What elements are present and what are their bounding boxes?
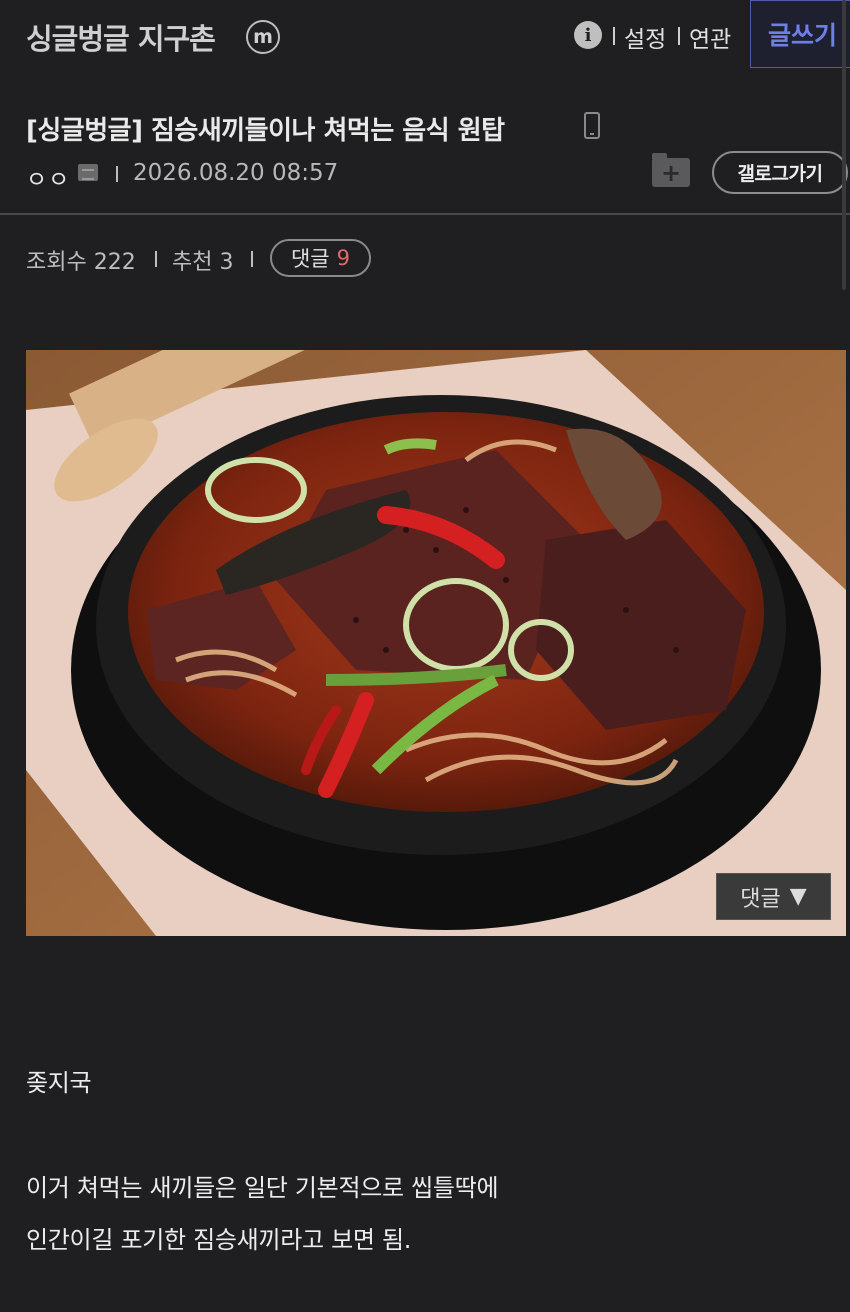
- separator: [678, 27, 680, 45]
- post-paragraph: 인간이길 포기한 짐승새끼라고 보면 됨.: [26, 1226, 412, 1254]
- post-paragraph: 이거 쳐먹는 새끼들은 일단 기본적으로 씹틀딱에: [26, 1174, 499, 1202]
- author-status-icon: [78, 164, 98, 181]
- comment-count: 9: [336, 246, 350, 270]
- chevron-down-icon: ▼: [789, 884, 807, 909]
- minor-gallery-badge-icon: m: [246, 20, 280, 54]
- mobile-phone-icon: [584, 112, 600, 139]
- separator: [251, 251, 253, 267]
- separator: [613, 27, 615, 45]
- separator: [155, 251, 157, 267]
- scrollbar[interactable]: [842, 0, 846, 290]
- related-link[interactable]: 연관: [689, 20, 731, 54]
- view-count: 조회수 222: [26, 250, 136, 275]
- top-bar: 싱글벙글 지구촌 m i 설정 연관 글쓰기: [0, 0, 850, 72]
- comment-count-button[interactable]: 댓글 9: [270, 239, 371, 277]
- post-date: 2026.08.20 08:57: [133, 160, 339, 186]
- floating-comment-label: 댓글: [740, 886, 781, 912]
- recommend-count: 추천 3: [172, 250, 234, 275]
- divider: [0, 213, 850, 215]
- post-title: [싱글벙글] 짐승새끼들이나 쳐먹는 음식 원탑: [26, 116, 505, 146]
- separator: [116, 166, 118, 182]
- post-image: [26, 350, 846, 936]
- write-button[interactable]: 글쓰기: [750, 0, 850, 68]
- gallery-title[interactable]: 싱글벙글 지구촌: [26, 16, 216, 58]
- comment-label: 댓글: [290, 247, 330, 271]
- post-paragraph: 좆지국: [26, 1069, 92, 1097]
- soup-illustration: [26, 350, 846, 936]
- gallog-button[interactable]: 갤로그가기: [712, 151, 848, 194]
- settings-link[interactable]: 설정: [624, 20, 666, 54]
- author-name[interactable]: ㅇㅇ: [26, 160, 70, 194]
- folder-add-icon[interactable]: +: [652, 153, 690, 187]
- floating-comment-button[interactable]: 댓글 ▼: [716, 873, 831, 920]
- info-icon[interactable]: i: [574, 21, 602, 49]
